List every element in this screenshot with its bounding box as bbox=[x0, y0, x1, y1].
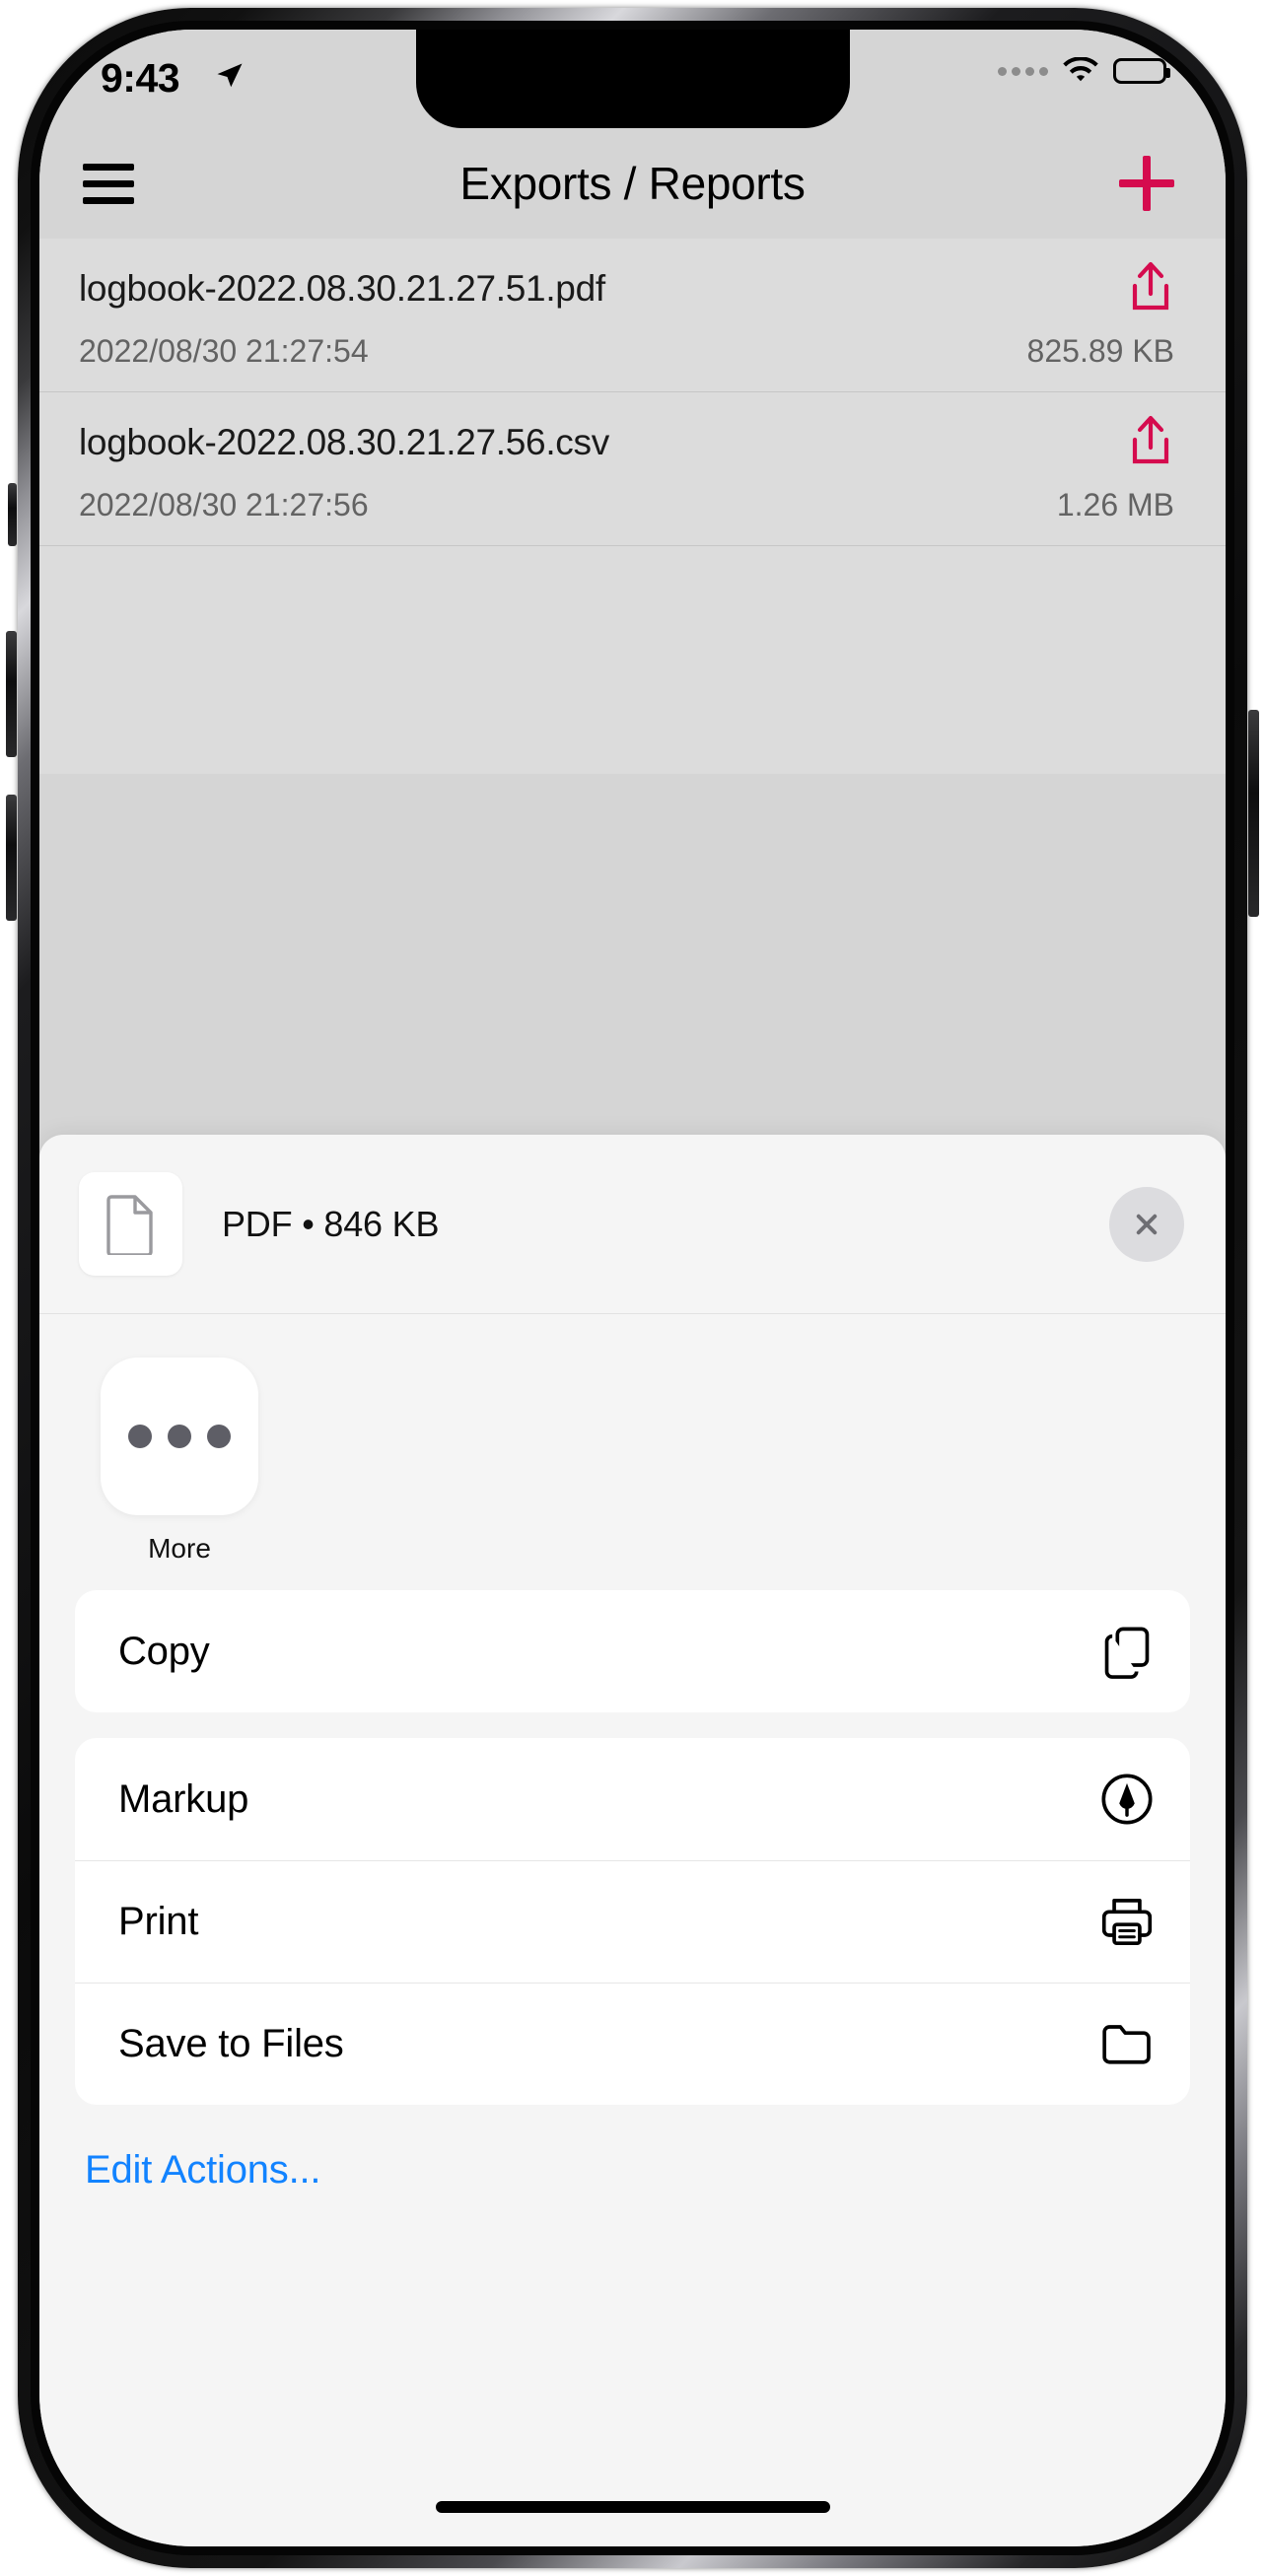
more-ellipsis-icon[interactable] bbox=[101, 1358, 258, 1515]
navigation-bar: Exports / Reports bbox=[39, 128, 1226, 239]
share-upload-icon[interactable] bbox=[1127, 414, 1174, 469]
plus-icon[interactable] bbox=[1119, 156, 1174, 211]
file-list-item[interactable]: logbook-2022.08.30.21.27.56.csv 2022/08/… bbox=[39, 392, 1226, 546]
share-sheet: PDF • 846 KB More Copy Markup Print Save… bbox=[39, 1135, 1226, 2546]
home-indicator bbox=[435, 2501, 830, 2513]
action-label: Markup bbox=[118, 1776, 249, 1821]
file-list: logbook-2022.08.30.21.27.51.pdf 2022/08/… bbox=[39, 239, 1226, 774]
share-sheet-title: PDF • 846 KB bbox=[222, 1203, 440, 1244]
status-time: 9:43 bbox=[101, 55, 180, 101]
file-date: 2022/08/30 21:27:56 bbox=[79, 487, 369, 522]
file-meta: 2022/08/30 21:27:54 825.89 KB bbox=[79, 333, 1174, 370]
phone-screen: 9:43 Exports / Reports logbook-2022.08.3… bbox=[39, 30, 1226, 2546]
volume-down-button[interactable] bbox=[6, 795, 17, 921]
device-notch bbox=[415, 30, 850, 128]
mute-switch[interactable] bbox=[8, 483, 17, 546]
file-meta: 2022/08/30 21:27:56 1.26 MB bbox=[79, 487, 1174, 523]
share-upload-icon[interactable] bbox=[1127, 260, 1174, 315]
action-label: Copy bbox=[118, 1629, 210, 1673]
file-list-item[interactable]: logbook-2022.08.30.21.27.51.pdf 2022/08/… bbox=[39, 239, 1226, 392]
battery-full-icon bbox=[1113, 58, 1170, 84]
power-button[interactable] bbox=[1248, 710, 1259, 917]
file-size: 825.89 KB bbox=[1026, 333, 1174, 369]
action-group: Markup Print Save to Files bbox=[75, 1738, 1190, 2105]
share-app-more[interactable]: More bbox=[101, 1358, 258, 1565]
folder-icon bbox=[1102, 2025, 1151, 2064]
share-sheet-header: PDF • 846 KB bbox=[39, 1135, 1226, 1314]
printer-icon bbox=[1101, 1899, 1153, 1946]
share-app-label: More bbox=[148, 1533, 211, 1564]
location-arrow-icon bbox=[217, 63, 243, 88]
markup-pen-circle-icon bbox=[1101, 1774, 1153, 1825]
edit-actions-button[interactable]: Edit Actions... bbox=[85, 2148, 1226, 2193]
action-row-print[interactable]: Print bbox=[75, 1860, 1190, 1983]
status-icons bbox=[998, 57, 1170, 85]
file-name: logbook-2022.08.30.21.27.51.pdf bbox=[79, 268, 605, 309]
file-date: 2022/08/30 21:27:54 bbox=[79, 333, 369, 369]
hamburger-menu-icon[interactable] bbox=[83, 159, 142, 208]
file-name: logbook-2022.08.30.21.27.56.csv bbox=[79, 422, 609, 462]
close-x-icon[interactable] bbox=[1109, 1186, 1184, 1262]
share-apps-row: More bbox=[39, 1314, 1226, 1565]
copy-documents-icon bbox=[1104, 1627, 1150, 1679]
action-group: Copy bbox=[75, 1590, 1190, 1712]
action-row-copy[interactable]: Copy bbox=[75, 1590, 1190, 1712]
action-row-save-to-files[interactable]: Save to Files bbox=[75, 1983, 1190, 2105]
action-label: Print bbox=[118, 1899, 199, 1943]
page-title: Exports / Reports bbox=[459, 158, 806, 209]
cellular-dots-icon bbox=[998, 66, 1048, 76]
file-size: 1.26 MB bbox=[1056, 487, 1174, 522]
document-file-icon bbox=[79, 1172, 182, 1276]
action-row-markup[interactable]: Markup bbox=[75, 1738, 1190, 1860]
action-label: Save to Files bbox=[118, 2021, 344, 2065]
wifi-icon bbox=[1063, 57, 1098, 82]
volume-up-button[interactable] bbox=[6, 631, 17, 757]
